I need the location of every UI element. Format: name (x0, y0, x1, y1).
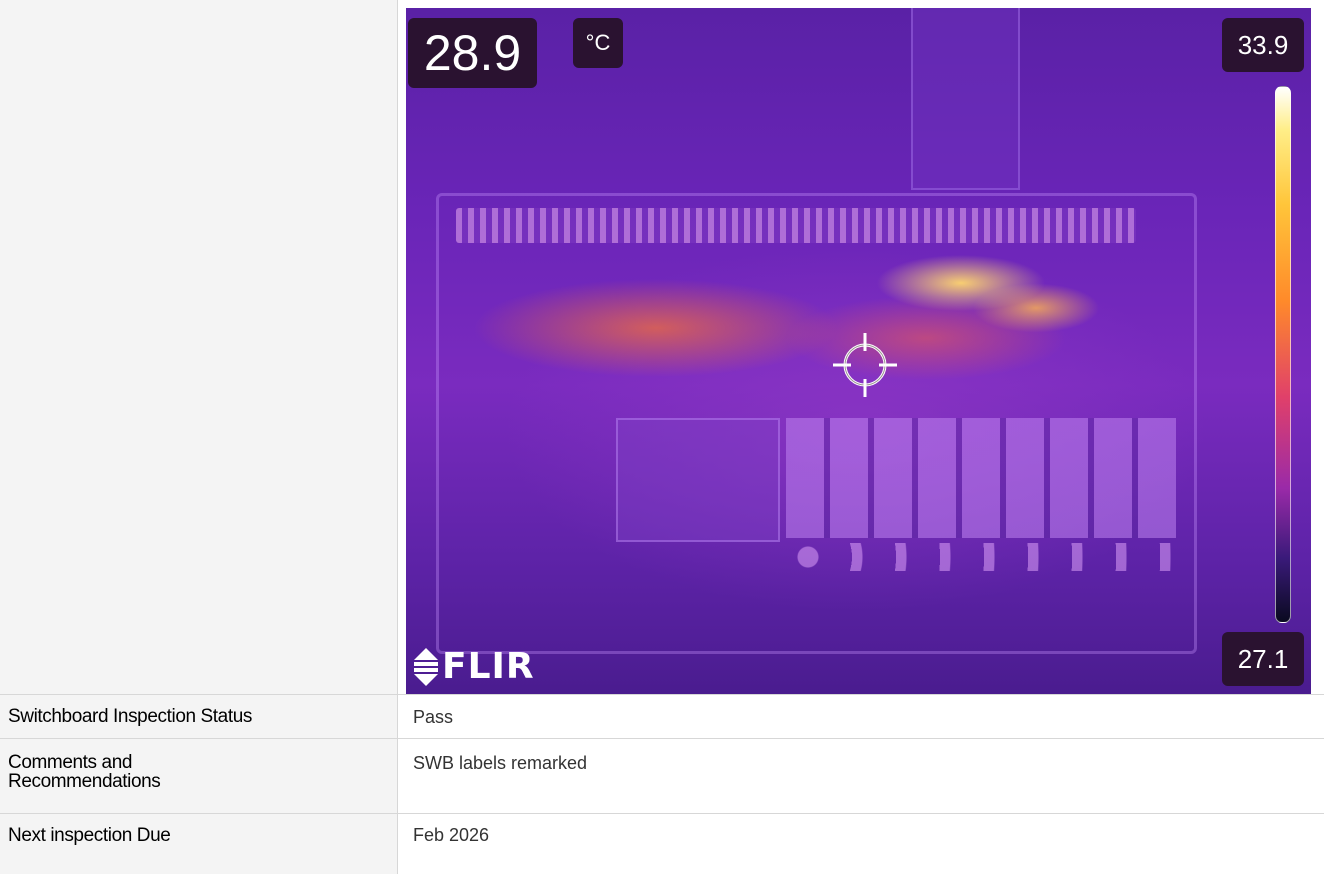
crosshair-icon (831, 331, 899, 399)
row-label-cell: Comments and Recommendations (0, 739, 398, 814)
image-label-cell (0, 0, 398, 695)
image-value-cell: 28.9 °C 33.9 27.1 (398, 0, 1324, 695)
row-label: Comments and Recommendations (0, 739, 238, 791)
spot-temperature-reading: 28.9 (408, 18, 537, 88)
thermal-breaker-row (786, 418, 1176, 538)
row-value-cell: Pass (398, 695, 1324, 739)
thermal-upper-enclosure (911, 8, 1020, 190)
inspection-report-table: 28.9 °C 33.9 27.1 (0, 0, 1324, 874)
row-value-cell: SWB labels remarked (398, 739, 1324, 814)
row-value: Feb 2026 (398, 814, 1324, 844)
thermal-image-row: 28.9 °C 33.9 27.1 (0, 0, 1324, 695)
flir-logo-icon (414, 648, 438, 686)
row-label: Switchboard Inspection Status (0, 695, 397, 726)
flir-logo: FLIR (414, 646, 535, 688)
flir-logo-text: FLIR (442, 646, 535, 688)
row-value: SWB labels remarked (398, 739, 1324, 772)
table-row: Comments and Recommendations SWB labels … (0, 739, 1324, 814)
table-row: Switchboard Inspection Status Pass (0, 695, 1324, 739)
row-label-cell: Switchboard Inspection Status (0, 695, 398, 739)
row-value: Pass (398, 695, 1324, 726)
temperature-unit: °C (573, 18, 623, 68)
table-row: Next inspection Due Feb 2026 (0, 814, 1324, 874)
scale-max-temperature: 33.9 (1222, 18, 1304, 72)
thermal-main-switch-block (616, 418, 780, 542)
row-label: Next inspection Due (0, 814, 397, 845)
thermal-terminal-row (786, 543, 1176, 571)
thermal-image: 28.9 °C 33.9 27.1 (406, 8, 1311, 694)
row-value-cell: Feb 2026 (398, 814, 1324, 874)
row-label-cell: Next inspection Due (0, 814, 398, 874)
scale-min-temperature: 27.1 (1222, 632, 1304, 686)
thermal-busbar-strip (456, 208, 1136, 243)
temperature-scale-bar (1275, 86, 1291, 623)
